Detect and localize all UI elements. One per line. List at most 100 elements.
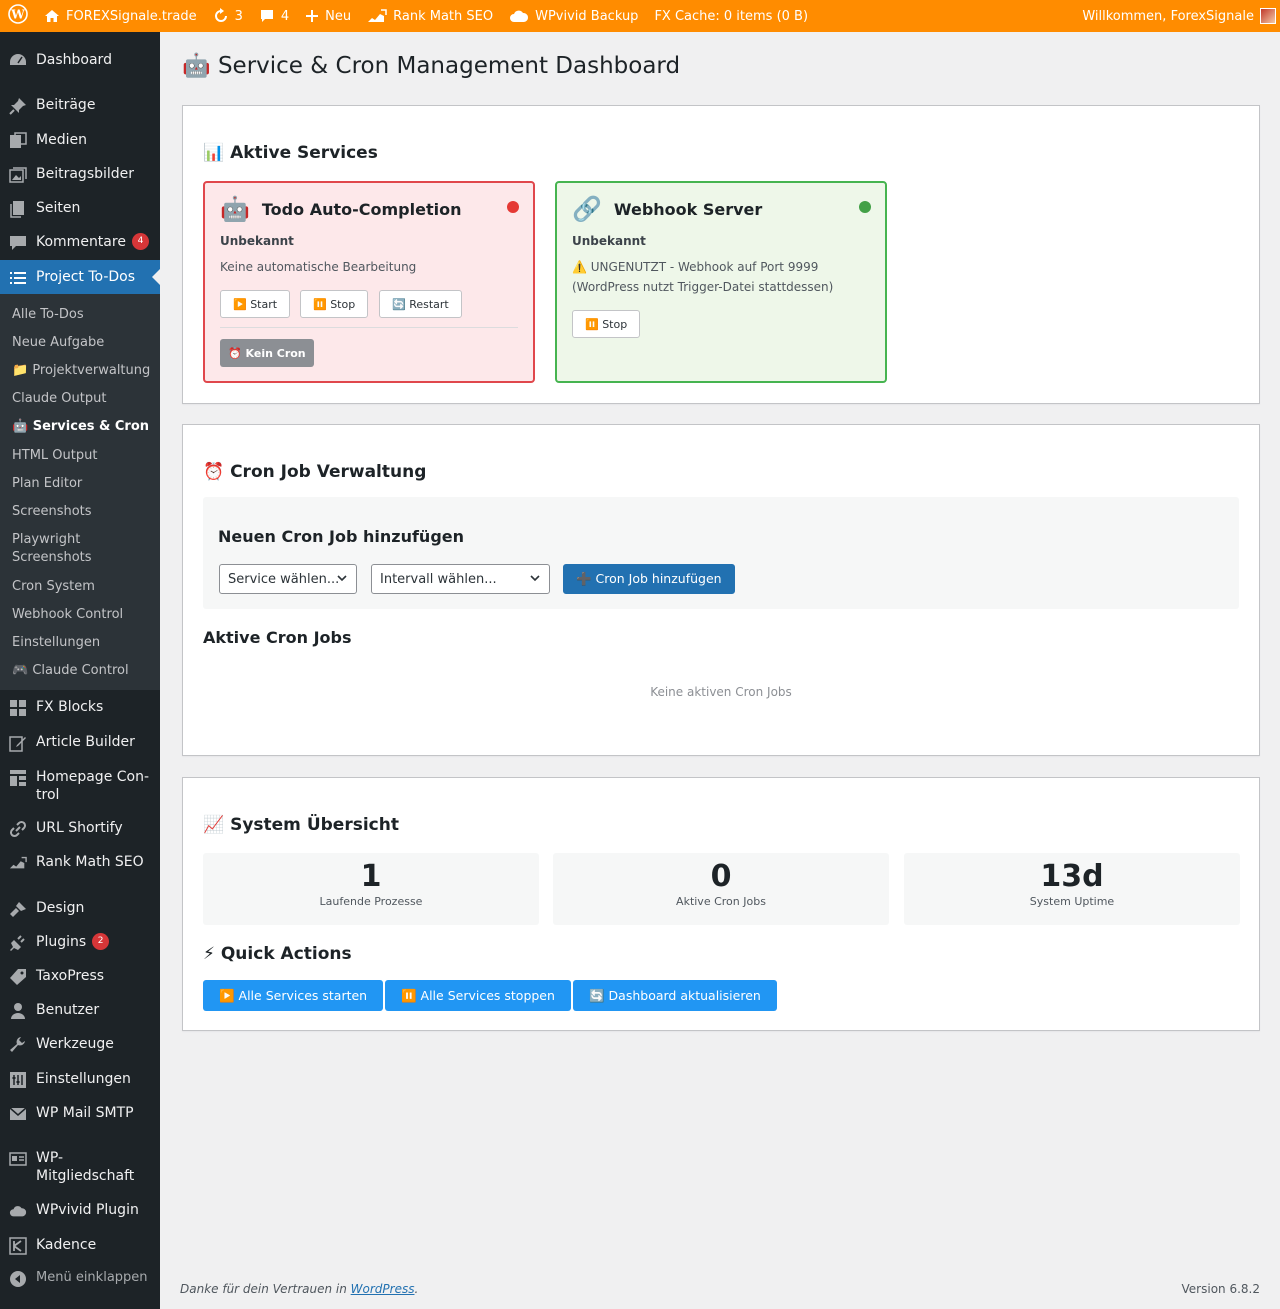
sidebar-item-einstellungen[interactable]: Einstellungen: [0, 1070, 160, 1090]
todo-service-status: Unbekannt: [220, 234, 294, 248]
fx-cache-link[interactable]: FX Cache: 0 items (0 B): [646, 0, 816, 32]
wordpress-link[interactable]: WordPress: [351, 1282, 415, 1296]
list-icon: [8, 268, 28, 288]
sidebar-item-homepage-control[interactable]: Homepage Con-trol: [0, 768, 160, 804]
cron-heading: ⏰ Cron Job Verwaltung: [203, 462, 427, 482]
service-select[interactable]: Service wählen...: [219, 564, 357, 594]
sidebar-item-wp-mitgliedschaft[interactable]: WP- Mitgliedschaft: [0, 1149, 160, 1185]
wp-mitglied-line1: WP-: [36, 1150, 64, 1166]
homepage-line1: Homepage Con-: [36, 769, 150, 785]
stat-label: Aktive Cron Jobs: [676, 895, 766, 908]
wpvivid-link[interactable]: WPvivid Backup: [501, 0, 646, 32]
collapse-icon: [8, 1269, 28, 1289]
stop-all-services-button[interactable]: ⏸️ Alle Services stoppen: [385, 980, 571, 1011]
todo-service-card: 🤖 Todo Auto-Completion Unbekannt Keine a…: [203, 181, 535, 383]
sidebar-item-dashboard[interactable]: Dashboard: [0, 51, 160, 71]
stat-value: 0: [710, 859, 732, 894]
comments-link[interactable]: 4: [251, 0, 297, 32]
comments-icon: [8, 233, 28, 253]
add-cron-button[interactable]: ➕ Cron Job hinzufügen: [563, 564, 735, 594]
my-account-link[interactable]: Willkommen, ForexSignale: [1074, 0, 1280, 32]
stat-running-processes: 1 Laufende Prozesse: [203, 853, 539, 925]
page-title: 🤖 Service & Cron Management Dashboard: [182, 53, 681, 79]
webhook-desc-line2: (WordPress nutzt Trigger-Datei stattdess…: [572, 280, 834, 294]
sidebar-item-plugins[interactable]: Plugins 2: [0, 933, 160, 953]
sidebar-item-seiten[interactable]: Seiten: [0, 199, 160, 219]
stat-label: System Uptime: [1029, 895, 1115, 908]
site-name-link[interactable]: FOREXSignale.trade: [36, 0, 205, 32]
sidebar-item-beitraege[interactable]: Beiträge: [0, 96, 160, 116]
cron-management-panel: ⏰ Cron Job Verwaltung Neuen Cron Job hin…: [182, 424, 1260, 756]
webhook-desc-line1: ⚠️ UNGENUTZT - Webhook auf Port 9999: [572, 260, 819, 274]
chevron-down-icon: [336, 572, 348, 588]
cloud-icon: [509, 9, 529, 23]
admin-bar: W FOREXSignale.trade 3 4 Neu Rank Math S…: [0, 0, 1280, 32]
site-name: FOREXSignale.trade: [66, 8, 197, 24]
comments-badge: 4: [131, 233, 149, 250]
sidebar-item-benutzer[interactable]: Benutzer: [0, 1001, 160, 1021]
refresh-dashboard-button[interactable]: 🔄 Dashboard aktualisieren: [573, 980, 777, 1011]
webhook-stop-button[interactable]: ⏸️ Stop: [572, 310, 641, 338]
sidebar-item-url-shortify[interactable]: URL Shortify: [0, 819, 160, 839]
submenu-projektverwaltung[interactable]: 📁 Projektverwaltung: [0, 362, 150, 380]
submenu-playwright-line2: Screenshots: [12, 550, 92, 565]
start-all-services-button[interactable]: ▶️ Alle Services starten: [203, 980, 384, 1011]
rankmath-icon: [8, 853, 28, 873]
submenu-playwright-screenshots[interactable]: Playwright Screenshots: [0, 531, 92, 567]
sidebar-item-beitragsbilder[interactable]: Beitragsbilder: [0, 165, 160, 185]
sidebar-item-wp-mail-smtp[interactable]: WP Mail SMTP: [0, 1104, 160, 1124]
submenu-plan-editor[interactable]: Plan Editor: [0, 475, 82, 493]
submenu-screenshots[interactable]: Screenshots: [0, 503, 92, 521]
sidebar-item-rank-math[interactable]: Rank Math SEO: [0, 853, 160, 873]
plus-icon: [305, 9, 319, 23]
cron-status-badge: ⏰ Kein Cron: [220, 339, 314, 367]
add-cron-heading: Neuen Cron Job hinzufügen: [218, 527, 465, 546]
wordpress-logo-button[interactable]: W: [0, 0, 36, 32]
submenu-claude-control[interactable]: 🎮 Claude Control: [0, 662, 129, 680]
welcome-text: Willkommen, ForexSignale: [1082, 8, 1254, 24]
new-content-link[interactable]: Neu: [297, 0, 359, 32]
membership-icon: [8, 1149, 28, 1169]
user-icon: [8, 1001, 28, 1021]
status-dot: [507, 201, 519, 213]
submenu-claude-output[interactable]: Claude Output: [0, 390, 106, 408]
todo-stop-button[interactable]: ⏸️ Stop: [300, 290, 369, 318]
updates-count: 3: [234, 8, 243, 24]
sidebar-item-kommentare[interactable]: Kommentare 4: [0, 233, 160, 253]
submenu-html-output[interactable]: HTML Output: [0, 447, 97, 465]
wp-mitglied-line2: Mitgliedschaft: [36, 1168, 135, 1184]
avatar: [1260, 8, 1276, 24]
sidebar-item-werkzeuge[interactable]: Werkzeuge: [0, 1035, 160, 1055]
wpvivid-label: WPvivid Backup: [535, 8, 639, 24]
submenu-einstellungen[interactable]: Einstellungen: [0, 634, 100, 652]
active-services-panel: 📊 Aktive Services 🤖 Todo Auto-Completion…: [182, 105, 1260, 404]
sidebar-item-kadence[interactable]: Kadence: [0, 1236, 160, 1256]
todo-restart-button[interactable]: 🔄 Restart: [379, 290, 462, 318]
submenu-services-cron[interactable]: 🤖 Services & Cron: [0, 418, 149, 436]
stat-system-uptime: 13d System Uptime: [904, 853, 1240, 925]
submenu-cron-system[interactable]: Cron System: [0, 578, 95, 596]
submenu-alle-todos[interactable]: Alle To-Dos: [0, 306, 84, 324]
updates-link[interactable]: 3: [205, 0, 251, 32]
sidebar-item-wpvivid-plugin[interactable]: WPvivid Plugin: [0, 1201, 160, 1221]
submenu-neue-aufgabe[interactable]: Neue Aufgabe: [0, 334, 104, 352]
svg-text:W: W: [10, 8, 25, 22]
dashboard-icon: [8, 51, 28, 71]
sidebar-item-fx-blocks[interactable]: FX Blocks: [0, 698, 160, 718]
sidebar-item-taxopress[interactable]: TaxoPress: [0, 967, 160, 987]
service-select-value: Service wählen...: [228, 571, 340, 587]
sidebar-item-article-builder[interactable]: Article Builder: [0, 733, 160, 753]
collapse-menu-button[interactable]: Menü einklappen: [0, 1269, 160, 1289]
kadence-icon: [8, 1236, 28, 1256]
rankmath-link[interactable]: Rank Math SEO: [359, 0, 501, 32]
empty-cron-message: Keine aktiven Cron Jobs: [650, 685, 792, 699]
todo-start-button[interactable]: ▶️ Start: [220, 290, 291, 318]
sidebar-item-design[interactable]: Design: [0, 899, 160, 919]
sidebar-item-project-todos[interactable]: Project To-Dos: [0, 260, 160, 294]
plugin-icon: [8, 933, 28, 953]
chevron-down-icon: [529, 572, 541, 588]
sidebar-item-medien[interactable]: Medien: [0, 131, 160, 151]
divider: [220, 327, 518, 328]
submenu-webhook-control[interactable]: Webhook Control: [0, 606, 123, 624]
interval-select[interactable]: Intervall wählen...: [371, 564, 550, 594]
